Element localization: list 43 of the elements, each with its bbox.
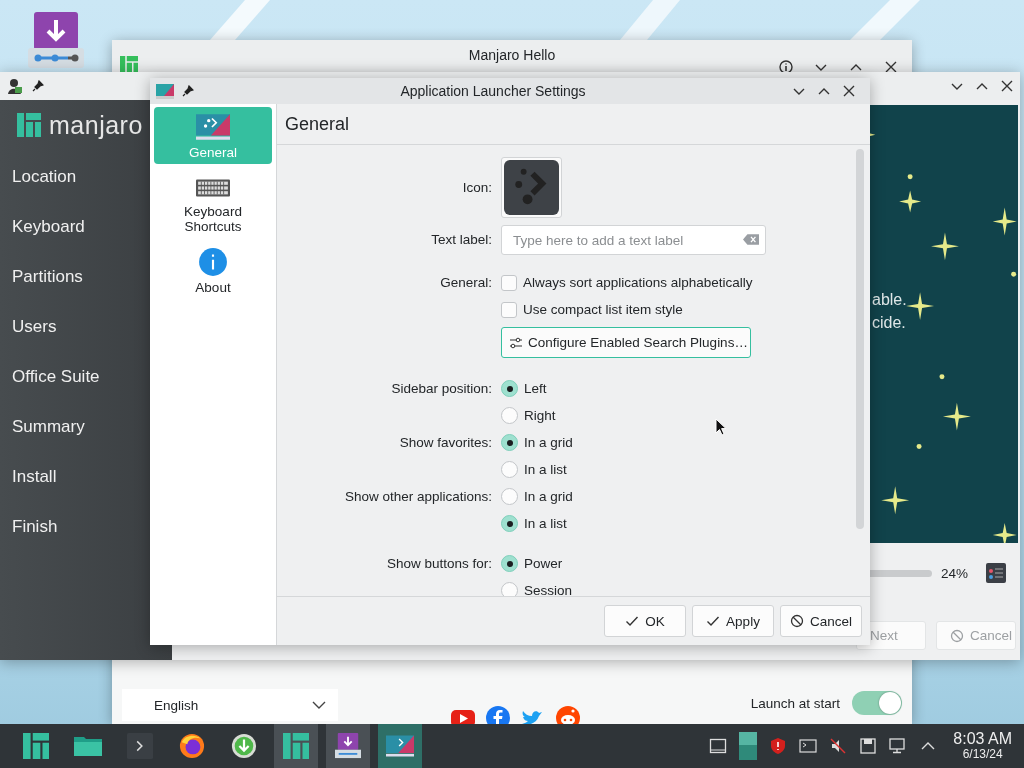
step-item: Summary	[12, 416, 85, 438]
step-item: Office Suite	[12, 366, 100, 388]
slide-text: able.	[872, 291, 907, 309]
window-title: Manjaro Hello	[467, 47, 557, 63]
field-label: Show favorites:	[399, 435, 492, 450]
clock-time[interactable]: 8:03 AM	[953, 731, 1012, 749]
dialog-button[interactable]: Apply	[692, 605, 774, 637]
dialog-button[interactable]: OK	[604, 605, 686, 637]
page-heading: General	[285, 113, 350, 135]
progress-text: 24%	[940, 565, 968, 581]
checkbox-label: Always sort applications alphabetically	[523, 275, 753, 290]
page-item[interactable]: Keyboard Shortcuts	[154, 168, 272, 238]
launch-label: Launch at start	[750, 695, 840, 711]
field-label: Sidebar position:	[391, 381, 492, 396]
field-label: Icon:	[462, 180, 492, 195]
step-item: Location	[12, 166, 77, 188]
page-item[interactable]: About	[154, 242, 272, 299]
radio-label: Session	[524, 583, 573, 596]
field-label: Show buttons for:	[386, 556, 492, 571]
radio-label: In a grid	[524, 435, 573, 450]
window-title: Application Launcher Settings	[399, 83, 587, 99]
language-dropdown[interactable]: English	[122, 689, 338, 721]
field-label: Text label:	[431, 232, 492, 247]
step-item: Finish	[12, 516, 58, 538]
radio-label: In a grid	[524, 489, 573, 504]
clock-date[interactable]: 6/13/24	[962, 748, 1003, 761]
radio-label: Right	[524, 408, 556, 423]
brand-name: manjaro	[49, 110, 143, 140]
step-item: Keyboard	[12, 216, 85, 238]
step-item: Users	[12, 316, 57, 338]
configure-button[interactable]: Configure Enabled Search Plugins…	[501, 327, 751, 358]
text-label-field[interactable]: Type here to add a text label	[501, 225, 766, 255]
slide-text: cide.	[872, 314, 906, 332]
radio-label: Power	[524, 556, 563, 571]
radio-label: In a list	[524, 516, 567, 531]
step-item: Install	[12, 466, 57, 488]
checkbox-label: Use compact list item style	[523, 302, 683, 317]
field-label: General:	[440, 275, 492, 290]
step-item: Partitions	[12, 266, 83, 288]
field-label: Show other applications:	[344, 489, 492, 504]
dialog-button[interactable]: Cancel	[780, 605, 862, 637]
radio-label: Left	[524, 381, 547, 396]
radio-label: In a list	[524, 462, 567, 477]
